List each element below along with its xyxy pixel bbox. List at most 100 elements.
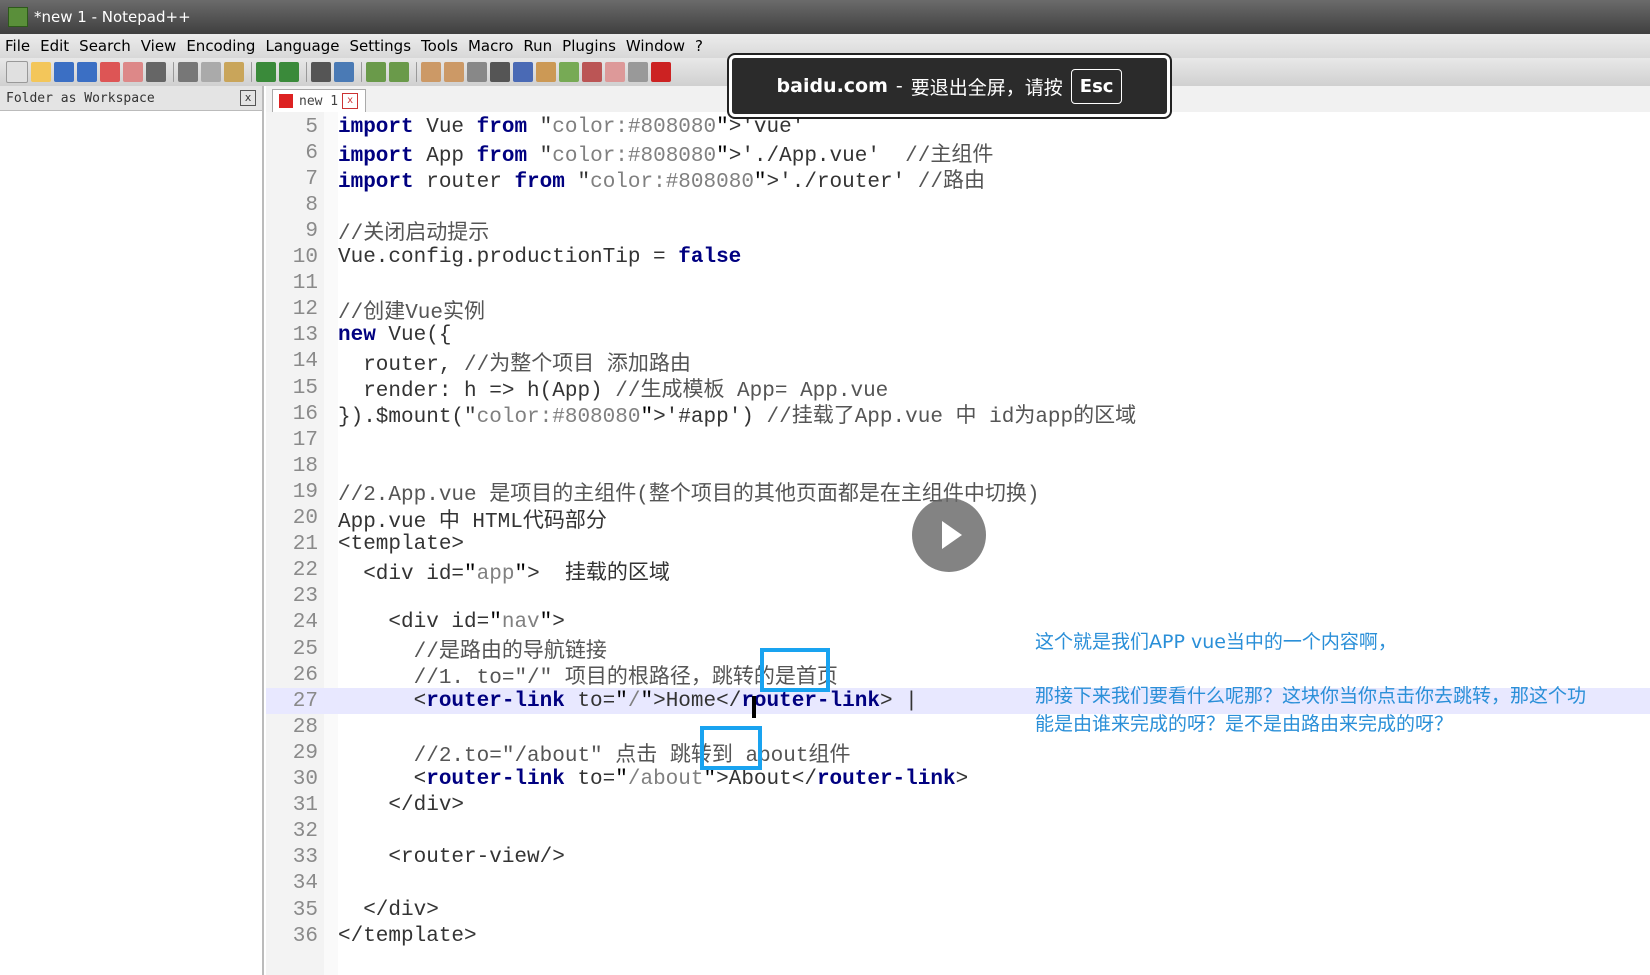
code-line[interactable]: 33 <router-view/> [266, 845, 1650, 871]
line-text: <div id="app"> 挂载的区域 [338, 562, 670, 586]
line-number: 16 [292, 402, 318, 426]
panel-title: Folder as Workspace [6, 90, 155, 106]
tab-new-1[interactable]: new 1 x [272, 89, 366, 112]
code-line[interactable]: 11 [266, 271, 1650, 297]
code-line[interactable]: 9 //关闭启动提示 [266, 218, 1650, 247]
redo-icon[interactable] [279, 62, 299, 82]
code-line[interactable]: 8 [266, 192, 1650, 218]
code-line[interactable]: 34 [266, 871, 1650, 897]
line-text: import router from "color:#808080">'./ro… [338, 171, 985, 195]
line-number: 9 [305, 219, 318, 243]
play-icon[interactable] [912, 498, 986, 572]
panel-close-button[interactable]: x [240, 90, 256, 106]
line-number: 25 [292, 637, 318, 661]
notice-message: 要退出全屏，请按 [910, 76, 1063, 99]
line-number: 23 [292, 585, 318, 609]
code-line[interactable]: 29 //2.to="/about" 点击 跳转到 about组件 [266, 740, 1650, 769]
code-line[interactable]: 5 import Vue from "color:#808080">'vue' [266, 114, 1650, 140]
zoom-in-icon[interactable] [366, 62, 386, 82]
paste-icon[interactable] [224, 62, 244, 82]
menu-edit[interactable]: Edit [35, 37, 74, 55]
code-line[interactable]: 30 <router-link to="/about">About</route… [266, 767, 1650, 793]
notice-domain: baidu.com [776, 75, 888, 97]
menu-file[interactable]: File [0, 37, 35, 55]
line-text: Vue.config.productionTip = false [338, 246, 742, 269]
code-line[interactable]: 12 //创建Vue实例 [266, 297, 1650, 325]
print-icon[interactable] [146, 62, 166, 82]
code-line[interactable]: 35 </div> [266, 897, 1650, 923]
record-macro-icon[interactable] [651, 62, 671, 82]
code-line[interactable]: 36 </template> [266, 923, 1650, 949]
line-number: 8 [305, 193, 318, 217]
line-text: import Vue from "color:#808080">'vue' [338, 115, 805, 139]
close-file-icon[interactable] [100, 62, 120, 82]
code-line[interactable]: 25 //是路由的导航链接 [266, 636, 1650, 665]
code-line[interactable]: 15 render: h => h(App) //生成模板 App= App.v… [266, 375, 1650, 404]
replace-icon[interactable] [334, 62, 354, 82]
find-icon[interactable] [311, 62, 331, 82]
menu-plugins[interactable]: Plugins [557, 37, 621, 55]
code-line[interactable]: 7 import router from "color:#808080">'./r… [266, 166, 1650, 195]
line-text: </template> [338, 924, 477, 948]
word-wrap-icon[interactable] [467, 62, 487, 82]
close-all-icon[interactable] [123, 62, 143, 82]
monitoring-icon[interactable] [628, 62, 648, 82]
code-line[interactable]: 13 new Vue({ [266, 323, 1650, 349]
line-number: 7 [305, 167, 318, 191]
menu-encoding[interactable]: Encoding [181, 37, 260, 55]
code-line[interactable]: 31 </div> [266, 793, 1650, 819]
line-number: 6 [305, 141, 318, 165]
save-all-icon[interactable] [77, 62, 97, 82]
cut-icon[interactable] [178, 62, 198, 82]
highlight-box [760, 648, 830, 692]
menu-settings[interactable]: Settings [345, 37, 417, 55]
code-line[interactable]: 16}).$mount("color:#808080">'#app') //挂载… [266, 401, 1650, 430]
panel-header: Folder as Workspace x [0, 86, 262, 111]
menu-window[interactable]: Window [621, 37, 690, 55]
code-line[interactable]: 14 router, //为整个项目 添加路由 [266, 349, 1650, 377]
open-file-icon[interactable] [31, 62, 51, 82]
menu-view[interactable]: View [136, 37, 182, 55]
menu-search[interactable]: Search [74, 37, 136, 55]
line-number: 34 [292, 872, 318, 896]
line-number: 19 [292, 480, 318, 504]
undo-icon[interactable] [256, 62, 276, 82]
sync-horizontal-icon[interactable] [444, 62, 464, 82]
doc-map-icon[interactable] [559, 62, 579, 82]
code-line[interactable]: 17 [266, 427, 1650, 453]
caption-line: 那接下来我们要看什么呢那？这块你当你点击你去跳转，那这个功 能是由谁来完成的呀？… [1035, 685, 1587, 735]
menu-language[interactable]: Language [260, 37, 344, 55]
code-line[interactable]: 10 Vue.config.productionTip = false [266, 245, 1650, 271]
code-line[interactable]: 18 [266, 453, 1650, 479]
line-number: 17 [292, 428, 318, 452]
line-number: 27 [292, 689, 318, 713]
toolbar-separator [416, 62, 417, 82]
line-number: 21 [292, 533, 318, 557]
toolbar-separator [251, 62, 252, 82]
menu-tools[interactable]: Tools [416, 37, 463, 55]
code-line[interactable]: 6 import App from "color:#808080">'./App.… [266, 140, 1650, 169]
save-icon[interactable] [54, 62, 74, 82]
zoom-out-icon[interactable] [389, 62, 409, 82]
code-line[interactable]: 24 <div id="nav"> [266, 610, 1650, 636]
menu-macro[interactable]: Macro [463, 37, 518, 55]
line-text: <div id="nav"> [338, 611, 565, 635]
copy-icon[interactable] [201, 62, 221, 82]
sync-vertical-icon[interactable] [421, 62, 441, 82]
line-number: 11 [292, 272, 318, 296]
new-file-icon[interactable] [6, 61, 28, 83]
function-list-icon[interactable] [582, 62, 602, 82]
tab-close-button[interactable]: x [342, 93, 359, 109]
menu-help[interactable]: ? [690, 37, 708, 55]
folder-workspace-panel: Folder as Workspace x [0, 86, 264, 975]
language-icon[interactable] [536, 62, 556, 82]
line-text: //创建Vue实例 [338, 301, 486, 325]
folder-workspace-icon[interactable] [605, 62, 625, 82]
line-text: </div> [338, 794, 465, 818]
indent-guide-icon[interactable] [513, 62, 533, 82]
code-line[interactable]: 23 [266, 584, 1650, 610]
show-all-chars-icon[interactable] [490, 62, 510, 82]
code-line[interactable]: 32 [266, 819, 1650, 845]
menu-run[interactable]: Run [518, 37, 557, 55]
toolbar-separator [361, 62, 362, 82]
